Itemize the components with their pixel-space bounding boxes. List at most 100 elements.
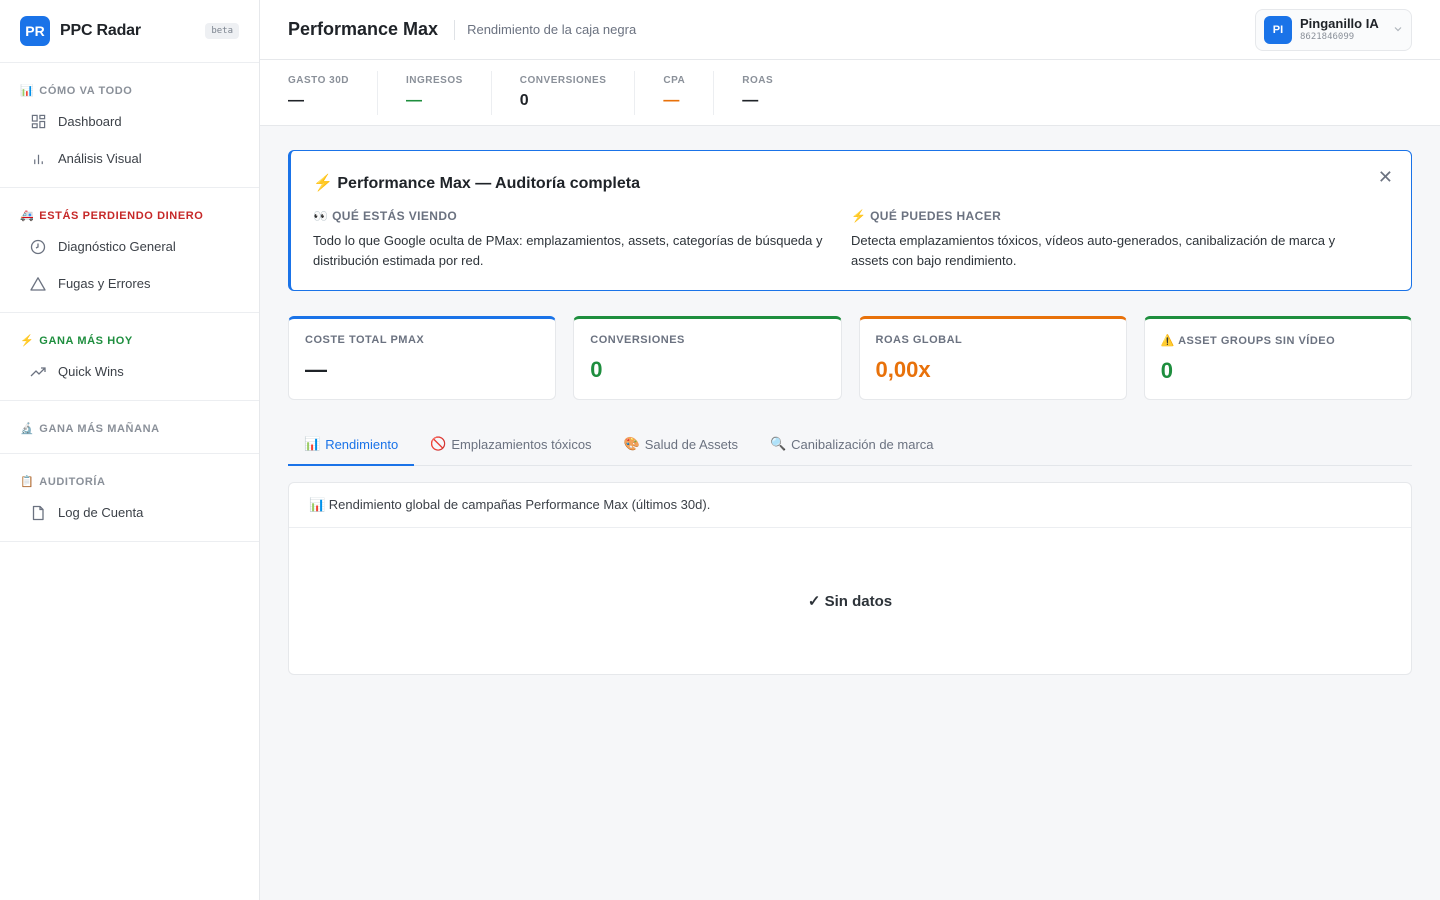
page-subtitle: Rendimiento de la caja negra [454, 19, 636, 40]
chart-emoji-icon: 📊 [20, 85, 35, 97]
sidebar-item-label: Fugas y Errores [58, 276, 151, 291]
tab-label: Emplazamientos tóxicos [451, 436, 592, 452]
info-column-title: 👀 Qué estás viendo [313, 209, 458, 223]
kpi-value: 0 [590, 357, 603, 382]
chevron-down-icon [1393, 24, 1403, 37]
metric-roas: ROAS — [742, 71, 801, 115]
metric-gasto: Gasto 30D — [288, 70, 378, 115]
section-title: 📊 Cómo va todo [0, 77, 259, 103]
close-icon[interactable]: ✕ [1378, 168, 1393, 186]
tab-label: Rendimiento [325, 436, 399, 452]
sidebar-item-label: Diagnóstico General [58, 239, 176, 254]
kpi-value: 0 [1160, 358, 1173, 383]
metric-label: Conversiones [519, 75, 607, 86]
tab-label: Canibalización de marca [791, 436, 934, 452]
nav-section-como-va-todo: 📊 Cómo va todo Dashboard Análisis Visual [0, 63, 259, 188]
sidebar-item-label: Análisis Visual [58, 151, 142, 166]
sidebar-item-quick-wins[interactable]: Quick Wins [0, 353, 259, 390]
chart-emoji-icon: 📊 [304, 436, 321, 451]
metric-label: Ingresos [406, 75, 463, 86]
lightning-emoji-icon: ⚡ [20, 335, 35, 347]
brand-name[interactable]: PPC Radar [60, 22, 141, 40]
metric-conversiones: Conversiones 0 [519, 70, 636, 115]
kpi-cards: Coste total PMAX — Conversiones 0 ROAS G… [288, 316, 1412, 400]
nav-section-gana-hoy: ⚡ Gana más hoy Quick Wins [0, 313, 259, 401]
metric-value: — [288, 92, 304, 109]
section-label: Estás perdiendo dinero [39, 209, 204, 222]
warning-triangle-icon [30, 276, 46, 292]
section-label: Auditoría [39, 475, 106, 488]
account-selector[interactable]: PI Pinganillo IA 8621846099 [1255, 9, 1412, 51]
nav-section-auditoria: 📋 Auditoría Log de Cuenta [0, 454, 259, 542]
metric-label: CPA [663, 75, 686, 86]
kpi-label: ROAS Global [875, 334, 963, 346]
info-column-viewing: 👀 Qué estás viendo Todo lo que Google oc… [313, 209, 851, 271]
info-column-title: ⚡ Qué puedes hacer [851, 209, 1002, 223]
account-id: 8621846099 [1300, 31, 1355, 42]
sidebar-item-label: Dashboard [58, 114, 122, 129]
sidebar-item-fugas-errores[interactable]: Fugas y Errores [0, 265, 259, 302]
metric-value: 0 [519, 92, 529, 109]
section-label: Gana más hoy [39, 334, 133, 347]
section-title: 🚑 Estás perdiendo dinero [0, 202, 259, 228]
bar-chart-icon [30, 151, 46, 167]
metric-label: Gasto 30D [288, 75, 349, 86]
kpi-label: Conversiones [590, 334, 685, 346]
info-banner: ⚡ Performance Max — Auditoría completa ✕… [288, 150, 1412, 291]
tab-salud-assets[interactable]: 🎨 Salud de Assets [608, 424, 754, 466]
empty-state: ✓ Sin datos [807, 593, 893, 610]
page-title: Performance Max [288, 19, 439, 39]
document-icon [30, 505, 46, 521]
sidebar-item-analisis-visual[interactable]: Análisis Visual [0, 140, 259, 177]
sidebar-item-log-cuenta[interactable]: Log de Cuenta [0, 494, 259, 531]
kpi-label: Coste total PMAX [305, 334, 425, 346]
performance-panel: 📊 Rendimiento global de campañas Perform… [288, 482, 1412, 675]
kpi-card-conversiones: Conversiones 0 [573, 316, 842, 400]
prohibited-emoji-icon: 🚫 [430, 436, 447, 451]
info-column-actions: ⚡ Qué puedes hacer Detecta emplazamiento… [851, 209, 1389, 271]
top-header: Performance Max Rendimiento de la caja n… [260, 0, 1440, 60]
kpi-value: 0,00x [875, 357, 931, 382]
sidebar: PR PPC Radar beta 📊 Cómo va todo Dashboar… [0, 0, 260, 900]
metric-value: — [663, 92, 680, 109]
account-info: Pinganillo IA 8621846099 [1300, 17, 1379, 42]
grid-icon [30, 114, 46, 130]
account-name: Pinganillo IA [1300, 16, 1379, 32]
beta-badge: beta [205, 23, 239, 39]
sidebar-item-label: Quick Wins [58, 364, 124, 379]
ambulance-emoji-icon: 🚑 [20, 210, 35, 222]
kpi-label: ⚠️ Asset Groups sin vídeo [1160, 335, 1336, 347]
info-title: ⚡ Performance Max — Auditoría completa [313, 175, 640, 192]
tab-emplazamientos-toxicos[interactable]: 🚫 Emplazamientos tóxicos [414, 424, 607, 466]
info-column-text: Todo lo que Google oculta de PMax: empla… [313, 233, 823, 268]
tab-canibalizacion-marca[interactable]: 🔍 Canibalización de marca [754, 424, 950, 466]
metric-value: — [742, 92, 759, 109]
panel-heading: 📊 Rendimiento global de campañas Perform… [289, 483, 1411, 528]
metric-cpa: CPA — [663, 70, 715, 115]
kpi-card-coste: Coste total PMAX — [288, 316, 557, 400]
trending-up-icon [30, 364, 46, 380]
tab-bar: 📊 Rendimiento 🚫 Emplazamientos tóxicos 🎨 Sa… [288, 424, 1412, 466]
tab-label: Salud de Assets [644, 436, 738, 452]
kpi-card-asset-groups: ⚠️ Asset Groups sin vídeo 0 [1143, 316, 1412, 400]
avatar: PI [1264, 16, 1292, 44]
palette-emoji-icon: 🎨 [623, 436, 640, 451]
section-title: 📋 Auditoría [0, 468, 259, 494]
brand: PR PPC Radar beta [0, 0, 259, 63]
section-title[interactable]: 🔬 Gana más mañana [0, 415, 259, 441]
clipboard-emoji-icon: 📋 [20, 476, 35, 488]
nav-section-gana-manana: 🔬 Gana más mañana [0, 401, 259, 454]
magnifier-emoji-icon: 🔍 [769, 436, 787, 451]
metric-ingresos: Ingresos — [406, 70, 492, 115]
sidebar-item-label: Log de Cuenta [58, 505, 144, 520]
brand-logo[interactable]: PR [20, 16, 50, 46]
tab-rendimiento[interactable]: 📊 Rendimiento [288, 424, 415, 466]
clock-icon [30, 239, 46, 255]
sidebar-item-dashboard[interactable]: Dashboard [0, 103, 259, 140]
kpi-value: — [305, 357, 327, 382]
info-columns: 👀 Qué estás viendo Todo lo que Google oc… [313, 209, 1389, 271]
section-title: ⚡ Gana más hoy [0, 327, 259, 353]
main-content: ⚡ Performance Max — Auditoría completa ✕… [288, 150, 1412, 675]
microscope-emoji-icon: 🔬 [20, 423, 35, 435]
sidebar-item-diagnostico-general[interactable]: Diagnóstico General [0, 228, 259, 265]
